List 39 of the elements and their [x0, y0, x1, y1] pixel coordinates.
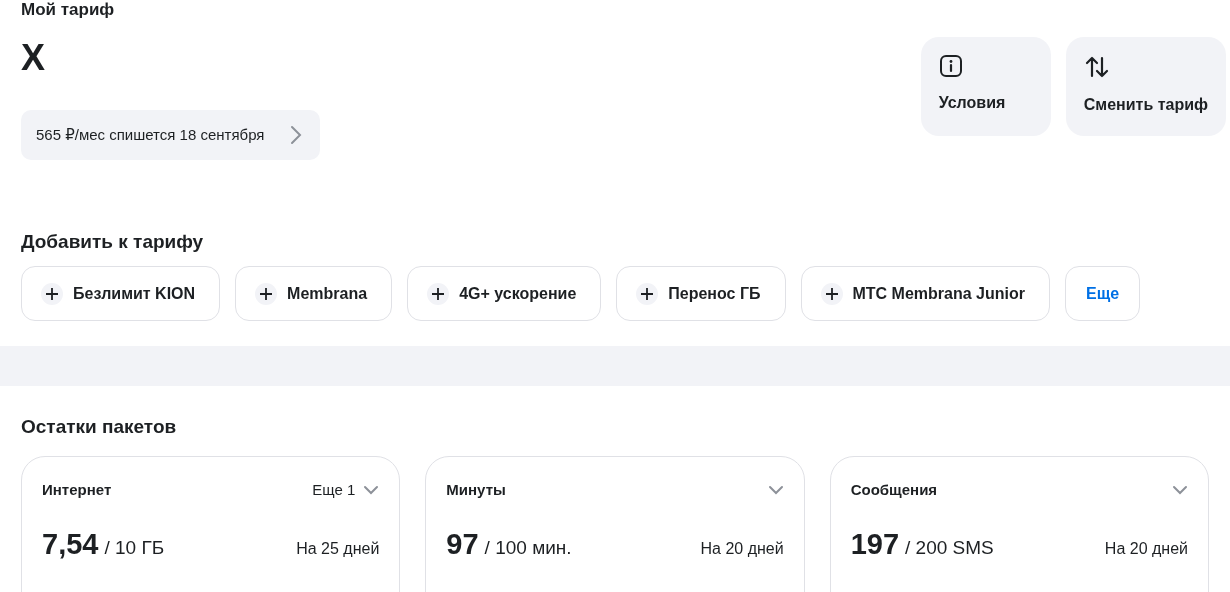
- chevron-right-icon: [290, 125, 303, 145]
- addon-chip[interactable]: Перенос ГБ: [616, 266, 786, 321]
- remaining-amount: 97: [446, 528, 479, 560]
- addon-chip[interactable]: Безлимит KION: [21, 266, 221, 321]
- period-text: На 25 дней: [296, 540, 380, 558]
- plus-icon: [41, 282, 63, 305]
- addon-chip[interactable]: МТС Membrana Junior: [800, 266, 1050, 321]
- plus-icon: [820, 282, 843, 305]
- info-icon: [938, 54, 963, 78]
- swap-arrows-icon: [1083, 54, 1110, 80]
- total-amount: / 100 мин.: [484, 537, 572, 558]
- action-button[interactable]: Условия: [920, 37, 1051, 136]
- expand-button[interactable]: Еще 1: [312, 481, 380, 498]
- remaining-amount: 7,54: [42, 528, 99, 560]
- total-amount: / 200 SMS: [905, 537, 994, 558]
- addon-chip[interactable]: 4G+ ускорение: [407, 266, 602, 321]
- more-link[interactable]: Еще: [1065, 266, 1141, 321]
- period-text: На 20 дней: [1104, 540, 1188, 558]
- expand-button[interactable]: [767, 484, 784, 495]
- section-heading: Добавить к тарифу: [21, 230, 205, 254]
- expand-button[interactable]: [1172, 484, 1188, 495]
- chevron-down-icon: [363, 484, 380, 495]
- package-title: Сообщения: [850, 481, 938, 498]
- plus-icon: [636, 282, 659, 305]
- action-button[interactable]: Сменить тариф: [1065, 37, 1226, 136]
- tariff-name: X: [21, 38, 46, 78]
- billing-button[interactable]: 565 ₽/мес спишется 18 сентября: [21, 110, 321, 160]
- plus-icon: [427, 282, 450, 305]
- remaining-amount: 197: [850, 528, 900, 560]
- addon-chip[interactable]: Membrana: [235, 266, 393, 321]
- section-heading: Остатки пакетов: [21, 415, 178, 439]
- chevron-down-icon: [767, 484, 784, 495]
- package-title: Интернет: [42, 481, 112, 498]
- package-title: Минуты: [446, 481, 506, 498]
- total-amount: / 10 ГБ: [104, 537, 165, 558]
- period-text: На 20 дней: [700, 540, 784, 558]
- page-title: Мой тариф: [21, 0, 116, 20]
- chevron-down-icon: [1172, 484, 1188, 495]
- plus-icon: [255, 282, 278, 305]
